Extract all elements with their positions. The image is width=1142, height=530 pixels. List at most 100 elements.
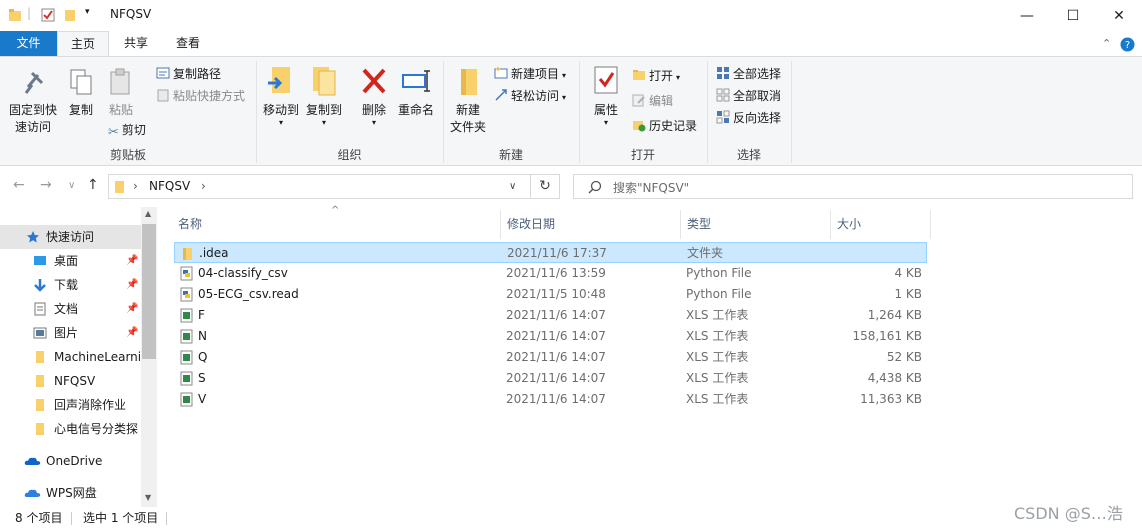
copy-to-button[interactable]: 复制到 ▾	[303, 65, 345, 127]
new-folder-button[interactable]: 新建 文件夹	[447, 65, 489, 136]
table-row[interactable]: S 2021/11/6 14:07 XLS 工作表 4,438 KB	[174, 368, 927, 389]
navigation-pane: 快速访问 桌面 📌 下载 📌 文档 📌 图片 📌 MachineLearni N…	[0, 207, 157, 507]
column-divider[interactable]	[500, 210, 501, 239]
invert-selection-button[interactable]: 反向选择	[716, 108, 781, 128]
nav-item-desktop[interactable]: 桌面 📌	[0, 249, 141, 273]
scroll-down-icon[interactable]: ▼	[145, 493, 151, 502]
address-history-chevron-icon[interactable]: ∨	[509, 181, 516, 192]
rename-button[interactable]: 重命名	[396, 65, 436, 119]
maximize-button[interactable]: ☐	[1050, 0, 1096, 31]
column-header-size[interactable]: 大小	[837, 210, 861, 239]
file-date: 2021/11/6 14:07	[506, 371, 606, 385]
breadcrumb-current[interactable]: NFQSV	[149, 179, 190, 193]
nav-item-ecg-classify[interactable]: 心电信号分类探	[0, 417, 141, 441]
python-file-icon	[180, 287, 193, 302]
new-folder-quick-icon[interactable]	[63, 8, 77, 22]
pin-icon	[24, 71, 44, 94]
rename-label: 重命名	[397, 103, 434, 117]
folder-icon	[9, 9, 21, 21]
history-button[interactable]: 历史记录	[632, 116, 697, 136]
nav-item-nfqsv[interactable]: NFQSV	[0, 369, 141, 393]
paste-button[interactable]: 粘贴	[103, 67, 139, 119]
copy-path-button[interactable]: 复制路径	[156, 64, 221, 84]
recent-locations-chevron-icon[interactable]: ∨	[68, 180, 75, 191]
nav-item-echo-cancel[interactable]: 回声消除作业	[0, 393, 141, 417]
onedrive-cloud-icon	[24, 457, 41, 465]
column-divider[interactable]	[830, 210, 831, 239]
pin-to-quick-access-button[interactable]: 固定到快 速访问	[5, 67, 61, 136]
forward-arrow-icon[interactable]: →	[40, 177, 52, 193]
paste-shortcut-button[interactable]: 粘贴快捷方式	[156, 86, 245, 106]
minimize-button[interactable]: —	[1004, 0, 1050, 31]
select-none-button[interactable]: 全部取消	[716, 86, 781, 106]
nav-item-onedrive[interactable]: OneDrive	[0, 449, 141, 473]
table-row[interactable]: Q 2021/11/6 14:07 XLS 工作表 52 KB	[174, 347, 927, 368]
close-button[interactable]: ✕	[1096, 0, 1142, 31]
column-header-date[interactable]: 修改日期	[507, 210, 555, 239]
table-row[interactable]: 04-classify_csv 2021/11/6 13:59 Python F…	[174, 263, 927, 284]
delete-button[interactable]: 删除 ▾	[354, 65, 394, 127]
file-type: XLS 工作表	[686, 308, 749, 322]
move-to-button[interactable]: 移动到 ▾	[260, 65, 302, 127]
up-arrow-icon[interactable]: ↑	[87, 177, 99, 193]
table-row[interactable]: N 2021/11/6 14:07 XLS 工作表 158,161 KB	[174, 326, 927, 347]
refresh-icon: ↻	[539, 178, 551, 194]
copy-button[interactable]: 复制	[63, 67, 99, 119]
delete-label: 删除	[361, 103, 386, 117]
open-button[interactable]: 打开 ▾	[632, 66, 680, 86]
table-row[interactable]: V 2021/11/6 14:07 XLS 工作表 11,363 KB	[174, 389, 927, 410]
column-header-name[interactable]: 名称	[178, 210, 202, 239]
file-size: 4 KB	[894, 266, 922, 280]
tab-home[interactable]: 主页	[57, 31, 109, 56]
tab-share[interactable]: 共享	[112, 31, 160, 56]
table-row[interactable]: 05-ECG_csv.read 2021/11/5 10:48 Python F…	[174, 284, 927, 305]
properties-check-icon[interactable]	[41, 8, 55, 22]
copy-to-dropdown-icon: ▾	[321, 118, 326, 127]
nav-item-machinelearning[interactable]: MachineLearni	[0, 345, 141, 369]
search-box[interactable]: 搜索"NFQSV"	[573, 174, 1133, 199]
tab-file[interactable]: 文件	[0, 31, 57, 56]
nav-item-downloads[interactable]: 下载 📌	[0, 273, 141, 297]
file-date: 2021/11/6 14:07	[506, 329, 606, 343]
open-label: 打开	[649, 69, 674, 83]
nav-quick-access[interactable]: 快速访问	[0, 225, 141, 249]
scroll-up-icon[interactable]: ▲	[145, 209, 151, 218]
organize-group-label: 组织	[337, 148, 362, 162]
paste-label: 粘贴	[108, 103, 133, 117]
history-label: 历史记录	[649, 119, 698, 133]
tab-view[interactable]: 查看	[162, 31, 214, 56]
new-item-button[interactable]: 新建项目 ▾	[494, 64, 566, 84]
file-type: Python File	[686, 287, 752, 301]
file-list: ^ 名称 修改日期 类型 大小 .idea 2021/11/6 17:37 文件…	[157, 205, 1142, 507]
status-bar: 8 个项目 选中 1 个项目	[0, 507, 1142, 530]
xls-file-icon	[180, 308, 193, 323]
file-size: 11,363 KB	[860, 392, 922, 406]
move-to-dropdown-icon: ▾	[278, 118, 283, 127]
select-all-button[interactable]: 全部选择	[716, 64, 781, 84]
pin-icon: 📌	[126, 303, 139, 314]
nav-item-wps[interactable]: WPS网盘	[0, 481, 141, 505]
table-row[interactable]: F 2021/11/6 14:07 XLS 工作表 1,264 KB	[174, 305, 927, 326]
quick-access-toolbar-dropdown[interactable]: ▾	[85, 7, 90, 17]
new-folder-label-1: 新建	[455, 103, 480, 117]
breadcrumb-chevron-icon[interactable]: ›	[201, 179, 206, 193]
refresh-button[interactable]: ↻	[531, 174, 560, 199]
nav-scrollbar-thumb[interactable]	[142, 224, 156, 359]
table-row[interactable]: .idea 2021/11/6 17:37 文件夹	[174, 242, 927, 263]
column-divider[interactable]	[930, 210, 931, 239]
column-divider[interactable]	[680, 210, 681, 239]
nav-item-pictures[interactable]: 图片 📌	[0, 321, 141, 345]
edit-button[interactable]: 编辑	[632, 91, 673, 111]
column-header-type[interactable]: 类型	[687, 210, 711, 239]
cut-button[interactable]: ✂ 剪切	[108, 120, 146, 140]
nav-item-label: 快速访问	[46, 230, 95, 244]
properties-button[interactable]: 属性 ▾	[586, 65, 626, 127]
help-icon[interactable]: ?	[1120, 37, 1135, 52]
address-bar[interactable]: › NFQSV › ∨	[108, 174, 531, 199]
back-arrow-icon[interactable]: ←	[13, 177, 25, 193]
easy-access-button[interactable]: 轻松访问 ▾	[494, 86, 566, 106]
file-size: 1 KB	[894, 287, 922, 301]
collapse-ribbon-icon[interactable]: ⌃	[1102, 37, 1111, 50]
nav-item-documents[interactable]: 文档 📌	[0, 297, 141, 321]
file-type: Python File	[686, 266, 752, 280]
